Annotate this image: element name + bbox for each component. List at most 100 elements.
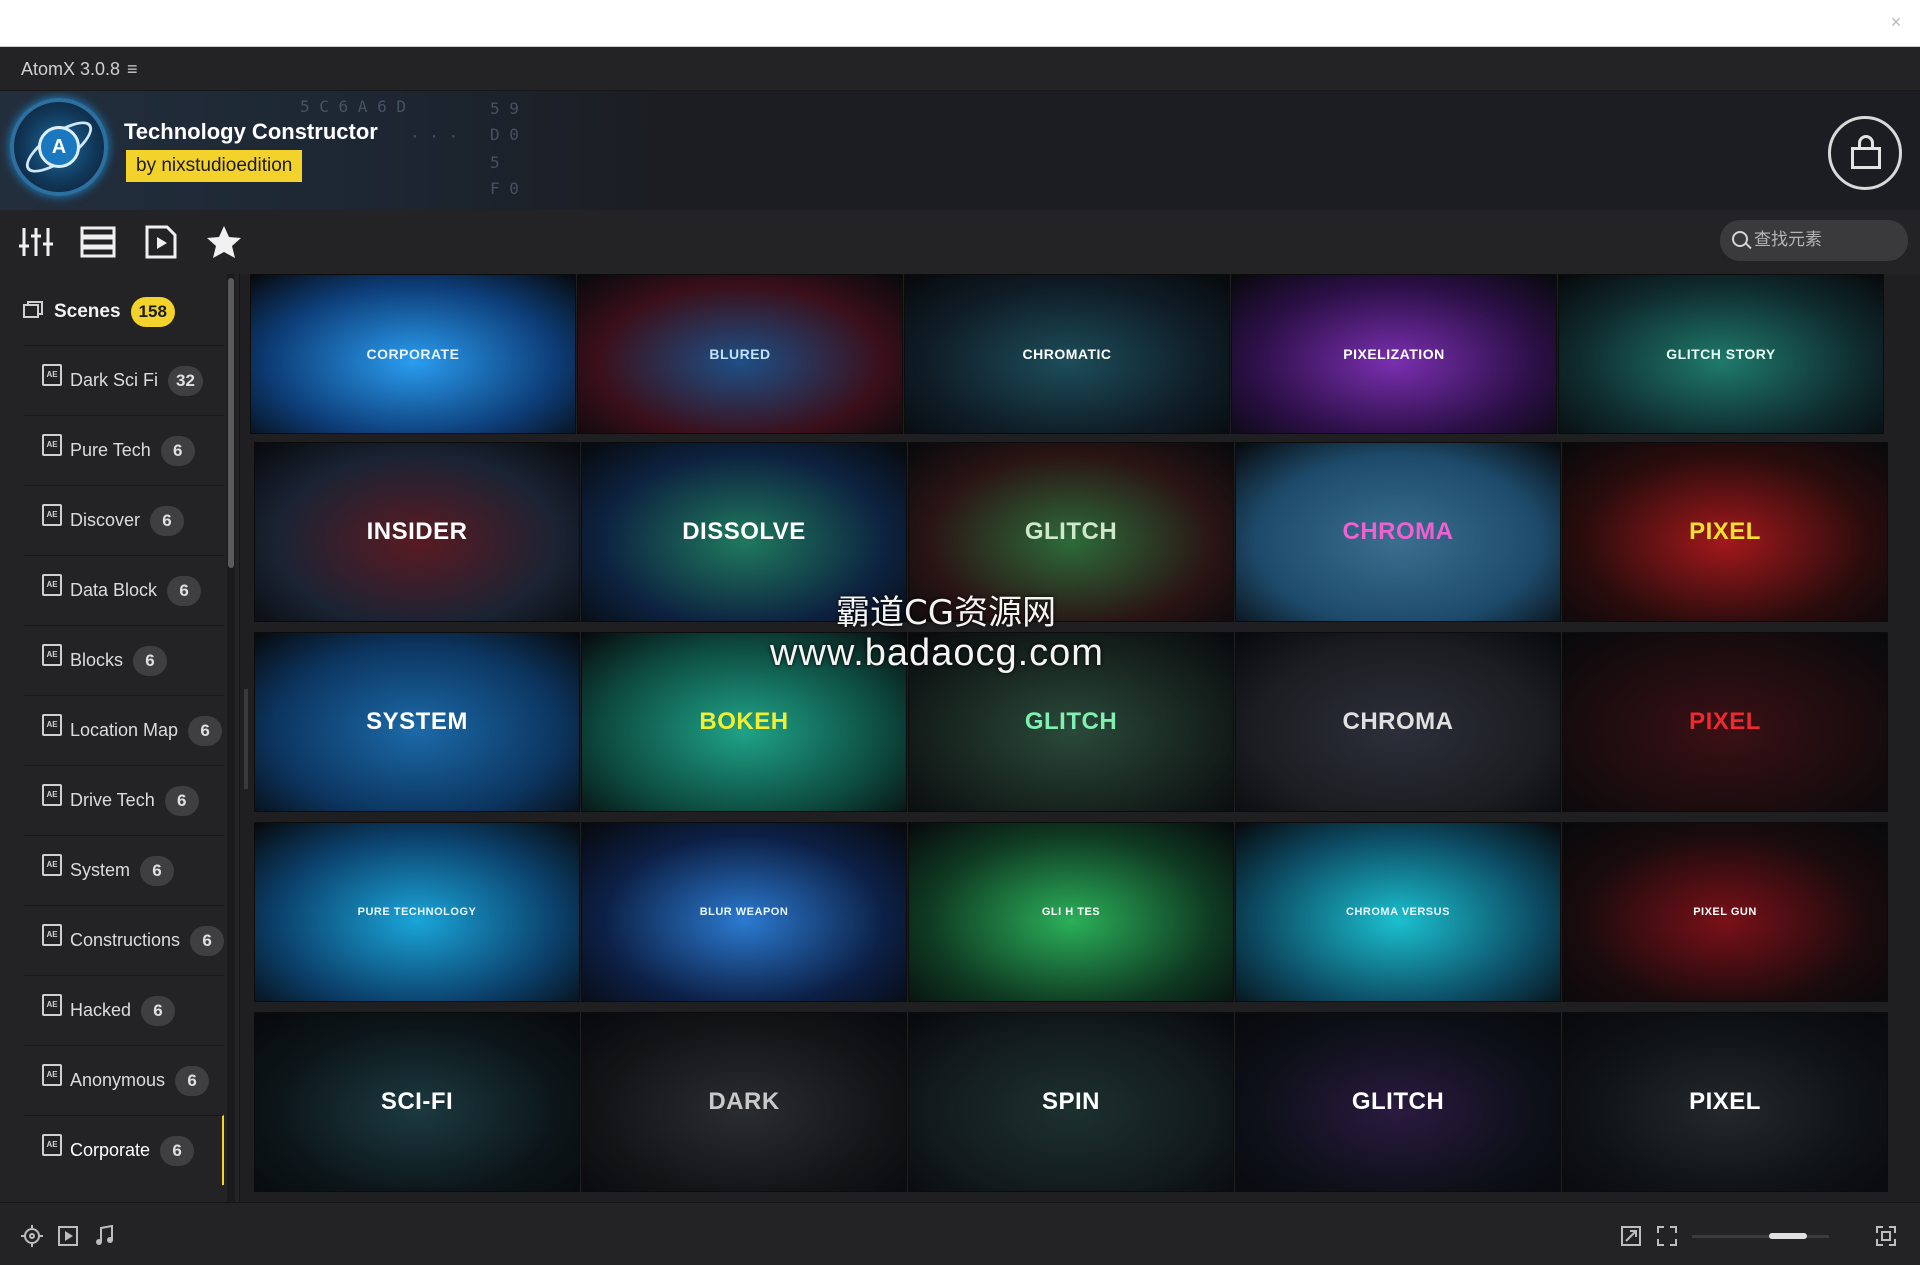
scene-title: GLITCH STORY [1666, 346, 1776, 362]
scene-title: GLI H TES [1041, 906, 1101, 918]
sidebar-scroll-thumb[interactable] [228, 278, 234, 568]
ae-file-icon: AE [42, 853, 62, 876]
scene-title: CHROMA [1342, 518, 1454, 545]
sidebar-item[interactable]: AE Data Block 6 [24, 555, 224, 625]
sidebar-item[interactable]: AE Corporate 6 [24, 1115, 224, 1185]
pack-title: Technology Constructor [124, 119, 378, 144]
scene-title: PIXELIZATION [1343, 346, 1445, 362]
scene-thumbnail[interactable]: SYSTEM [254, 632, 580, 812]
scene-thumbnail[interactable]: GLITCH [1235, 1012, 1561, 1192]
sidebar-item[interactable]: AE System 6 [24, 835, 224, 905]
ae-file-icon: AE [42, 503, 62, 526]
ae-file-icon: AE [42, 643, 62, 666]
scene-thumbnail[interactable]: CHROMA VERSUS [1235, 822, 1561, 1002]
scene-title: GLITCH [1024, 518, 1118, 545]
sidebar-item-label: Anonymous [70, 1070, 166, 1090]
fullscreen-icon[interactable] [1656, 1225, 1678, 1247]
media-icon[interactable] [141, 224, 181, 260]
scene-thumbnail[interactable]: PIXEL GUN [1562, 822, 1888, 1002]
sidebar-item-label: Data Block [70, 580, 158, 600]
scene-thumbnail[interactable]: GLITCH STORY [1558, 274, 1884, 434]
sidebar-item[interactable]: AE Drive Tech 6 [24, 765, 224, 835]
sidebar-item-label: Location Map [70, 720, 179, 740]
scene-title: CORPORATE [366, 346, 460, 362]
pack-banner: 5 C 6 A 6 D 5 9 D 0 5 F 0 · · · A Techno… [0, 91, 1920, 210]
scenes-header[interactable]: Scenes 158 [22, 292, 175, 332]
scene-thumbnail[interactable]: PIXELIZATION [1231, 274, 1557, 434]
sidebar-item-label: Hacked [70, 1000, 132, 1020]
grid-size-icon[interactable] [1875, 1225, 1897, 1247]
play-box-icon[interactable] [57, 1225, 79, 1247]
scene-thumbnail[interactable]: CORPORATE [250, 274, 576, 434]
ae-file-icon: AE [42, 363, 62, 386]
sidebar-item[interactable]: AE Hacked 6 [24, 975, 224, 1045]
ae-file-icon: AE [42, 993, 62, 1016]
sidebar-item[interactable]: AE Anonymous 6 [24, 1045, 224, 1115]
sidebar-item-count: 6 [188, 715, 223, 746]
sidebar-item-count: 6 [133, 645, 168, 676]
ae-file-icon: AE [42, 573, 62, 596]
category-list: AE Dark Sci Fi 32 AE Pure Tech 6 AE Discover 6 AE… [24, 345, 224, 1185]
scene-title: CHROMA [1342, 708, 1454, 735]
scene-title: PIXEL [1689, 518, 1761, 545]
target-icon[interactable] [21, 1225, 43, 1247]
scene-title: DARK [708, 1088, 780, 1115]
scene-thumbnail[interactable]: PIXEL [1562, 1012, 1888, 1192]
scene-thumbnail[interactable]: CHROMA [1235, 442, 1561, 622]
sidebar-item-count: 6 [150, 505, 185, 536]
scene-thumbnail[interactable]: SPIN [908, 1012, 1234, 1192]
scene-thumbnail[interactable]: CHROMATIC [904, 274, 1230, 434]
sidebar-resize-handle[interactable] [244, 689, 248, 789]
scene-title: CHROMATIC [1022, 346, 1112, 362]
star-icon[interactable] [204, 224, 244, 260]
scene-thumbnail[interactable]: DARK [581, 1012, 907, 1192]
sidebar-item-label: Discover [70, 510, 141, 530]
sidebar-item-count: 6 [141, 995, 176, 1026]
app-title-bar: AtomX 3.0.8 ≡ [0, 47, 1920, 91]
scene-thumbnail[interactable]: PIXEL [1562, 442, 1888, 622]
scene-title: PIXEL [1689, 708, 1761, 735]
menu-icon[interactable]: ≡ [127, 60, 138, 78]
sidebar-item[interactable]: AE Constructions 6 [24, 905, 224, 975]
scene-thumbnail[interactable]: CHROMA [1235, 632, 1561, 812]
sliders-icon[interactable] [16, 224, 56, 260]
scene-thumbnail[interactable]: INSIDER [254, 442, 580, 622]
sidebar-item-label: Dark Sci Fi [70, 370, 159, 390]
scene-thumbnail[interactable]: BLUR WEAPON [581, 822, 907, 1002]
scene-thumbnail[interactable]: GLI H TES [908, 822, 1234, 1002]
expand-icon[interactable] [1620, 1225, 1642, 1247]
shop-bag-button[interactable] [1828, 116, 1902, 190]
scenes-count-badge: 158 [130, 297, 175, 327]
search-input[interactable] [1754, 226, 1902, 254]
sidebar-item-count: 32 [168, 365, 203, 396]
sidebar-item-label: Constructions [70, 930, 181, 950]
scene-thumbnail[interactable]: PIXEL [1562, 632, 1888, 812]
sidebar-item[interactable]: AE Pure Tech 6 [24, 415, 224, 485]
scene-title: PIXEL [1689, 1088, 1761, 1115]
thumbnail-size-slider[interactable] [1692, 1233, 1829, 1239]
sidebar-item[interactable]: AE Blocks 6 [24, 625, 224, 695]
sidebar-item-label: System [70, 860, 131, 880]
atomx-logo: A [10, 98, 108, 196]
scene-thumbnail[interactable]: PURE TECHNOLOGY [254, 822, 580, 1002]
toolbar [0, 210, 1920, 274]
sidebar-item[interactable]: AE Discover 6 [24, 485, 224, 555]
sidebar-item-label: Blocks [70, 650, 124, 670]
window-close-icon[interactable]: × [1884, 10, 1908, 34]
list-icon[interactable] [78, 224, 118, 260]
scenes-icon [23, 301, 43, 318]
scene-title: BOKEH [699, 708, 789, 735]
scene-thumbnail[interactable]: BLURED [577, 274, 903, 434]
app-title: AtomX 3.0.8 [21, 59, 121, 79]
scene-title: CHROMA VERSUS [1346, 906, 1450, 918]
scene-thumbnail[interactable]: SCI-FI [254, 1012, 580, 1192]
music-note-icon[interactable] [93, 1225, 115, 1247]
sidebar-item[interactable]: AE Dark Sci Fi 32 [24, 345, 224, 415]
scene-title: GLITCH [1351, 1088, 1445, 1115]
ae-file-icon: AE [42, 923, 62, 946]
scene-title: SPIN [1041, 1088, 1100, 1115]
sidebar-item[interactable]: AE Location Map 6 [24, 695, 224, 765]
slider-handle[interactable] [1769, 1233, 1807, 1239]
sidebar-item-count: 6 [160, 1135, 195, 1166]
scene-grid: CORPORATE BLURED CHROMATIC PIXELIZATION GLIT… [250, 274, 1895, 1194]
